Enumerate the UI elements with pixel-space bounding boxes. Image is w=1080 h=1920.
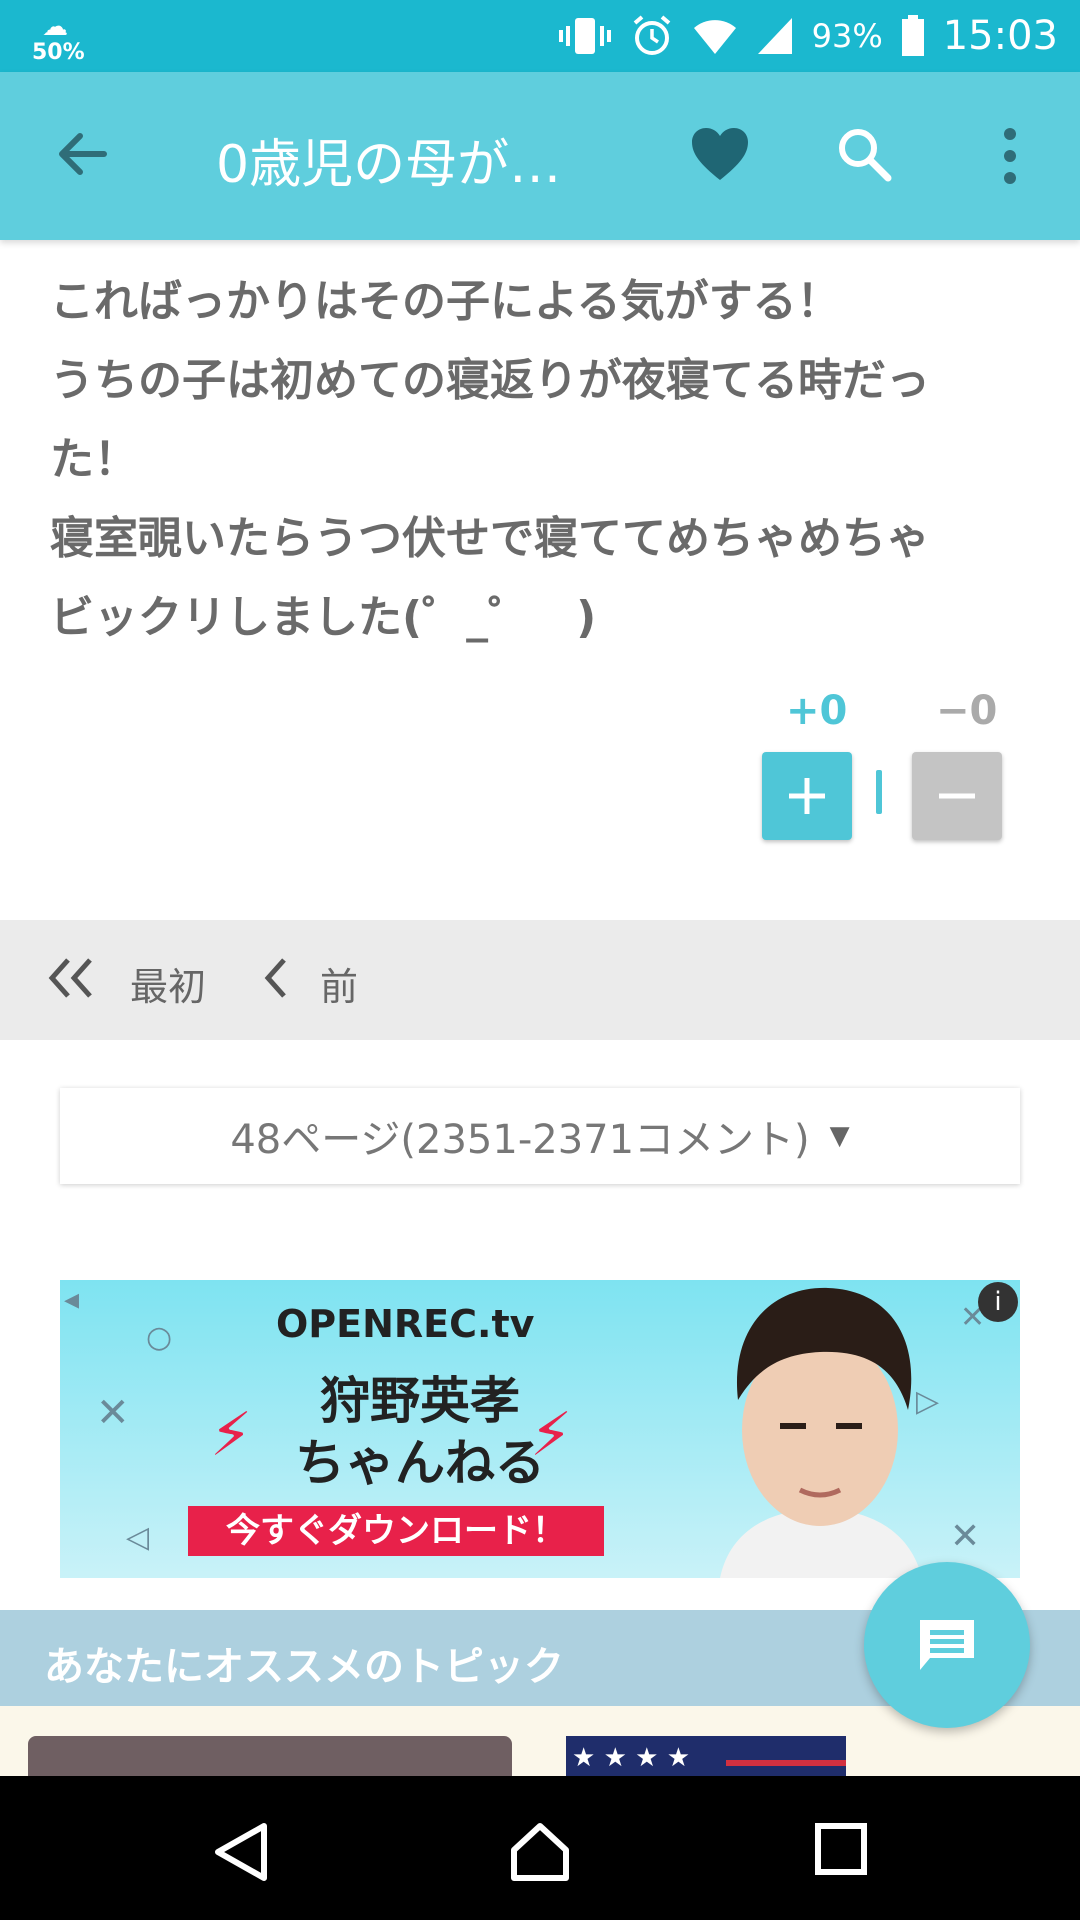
battery-percent: 93% — [811, 17, 883, 55]
minus-icon — [939, 793, 975, 799]
pager-first-link[interactable]: 最初 — [46, 956, 206, 1011]
favorite-heart-icon[interactable] — [690, 126, 754, 186]
comment-line: こればっかりはその子による気がする！ — [50, 276, 841, 327]
chevron-left-icon — [262, 956, 290, 1011]
triangle-decoration-icon: ◂ — [64, 1282, 80, 1317]
minus-vote-button[interactable] — [912, 752, 1002, 840]
lightning-icon: ⚡ — [530, 1400, 573, 1470]
page-select-label: 48ページ(2351-2371コメント) — [230, 1117, 810, 1163]
plus-vote-count: +0 — [786, 688, 848, 734]
plus-icon — [789, 778, 825, 814]
ad-logo: OPENREC.tv — [276, 1302, 535, 1346]
comment-fab-button[interactable] — [864, 1562, 1030, 1728]
recommend-thumbnail[interactable]: ★ ★ ★ ★ — [566, 1736, 846, 1776]
recommend-header-label: あなたにオススメのトピック — [44, 1644, 564, 1690]
page-select-dropdown[interactable]: 48ページ(2351-2371コメント) ▼ — [60, 1088, 1020, 1184]
comment-line: た！ — [50, 434, 138, 485]
double-chevron-left-icon — [46, 956, 100, 1011]
status-bar: ☁ 50% 93% 15:03 — [0, 0, 1080, 72]
cloud-icon: ☁ — [42, 12, 68, 42]
vote-divider — [876, 770, 882, 814]
pager-first-label: 最初 — [130, 965, 207, 1009]
flag-thumbnail-image: ★ ★ ★ ★ — [566, 1736, 846, 1776]
comment-line: 寝室覗いたらうつ伏せで寝ててめちゃめちゃ — [50, 513, 930, 564]
lightning-icon: ⚡ — [210, 1400, 253, 1470]
weather-indicator: ☁ 50% — [28, 10, 88, 66]
cross-decoration-icon: ✕ — [950, 1516, 981, 1557]
alarm-icon — [630, 14, 674, 58]
svg-text:★ ★ ★ ★: ★ ★ ★ ★ — [572, 1743, 690, 1773]
comment-line: うちの子は初めての寝返りが夜寝てる時だっ — [50, 355, 930, 406]
triangle-decoration-icon: ◁ — [126, 1520, 150, 1555]
nav-back-icon[interactable] — [212, 1822, 270, 1886]
minus-vote-count: −0 — [936, 688, 998, 734]
plus-vote-button[interactable] — [762, 752, 852, 840]
more-vertical-icon[interactable] — [990, 124, 1030, 188]
weather-percent: 50% — [32, 40, 85, 65]
comment-line: ビックリしました(゜_゜ ) — [50, 592, 597, 643]
nav-home-icon[interactable] — [508, 1822, 572, 1886]
ad-cta-button[interactable]: 今すぐダウンロード！ — [188, 1506, 604, 1556]
signal-icon — [756, 16, 794, 56]
search-icon[interactable] — [834, 124, 894, 184]
vibrate-icon — [558, 16, 612, 56]
nav-recents-icon[interactable] — [814, 1822, 868, 1880]
wifi-icon — [692, 16, 738, 56]
clock: 15:03 — [942, 13, 1058, 59]
cross-decoration-icon: ✕ — [96, 1390, 130, 1436]
back-arrow-icon[interactable] — [52, 124, 116, 188]
chat-icon — [920, 1620, 974, 1670]
comment-body: こればっかりはその子による気がする！ うちの子は初めての寝返りが夜寝てる時だっ … — [50, 262, 1030, 657]
battery-icon — [901, 15, 925, 57]
system-nav-bar — [0, 1776, 1080, 1920]
ad-person-photo — [720, 1287, 922, 1578]
dropdown-caret-icon: ▼ — [829, 1121, 850, 1151]
pager-bar: 最初 前 — [0, 920, 1080, 1040]
pager-prev-link[interactable]: 前 — [262, 956, 358, 1011]
app-bar: 0歳児の母が… — [0, 72, 1080, 240]
advertisement-banner[interactable]: ◂ ○ ✕ ◁ OPENREC.tv 狩野英孝 ちゃんねる ⚡ ⚡ 今すぐダウン… — [60, 1280, 1020, 1578]
circle-decoration-icon: ○ — [146, 1320, 173, 1355]
pager-prev-label: 前 — [320, 965, 359, 1009]
page-title: 0歳児の母が… — [216, 135, 562, 195]
recommend-thumbnail[interactable] — [28, 1736, 512, 1776]
ad-info-icon[interactable]: i — [978, 1282, 1018, 1322]
triangle-decoration-icon: ▷ — [916, 1384, 940, 1419]
